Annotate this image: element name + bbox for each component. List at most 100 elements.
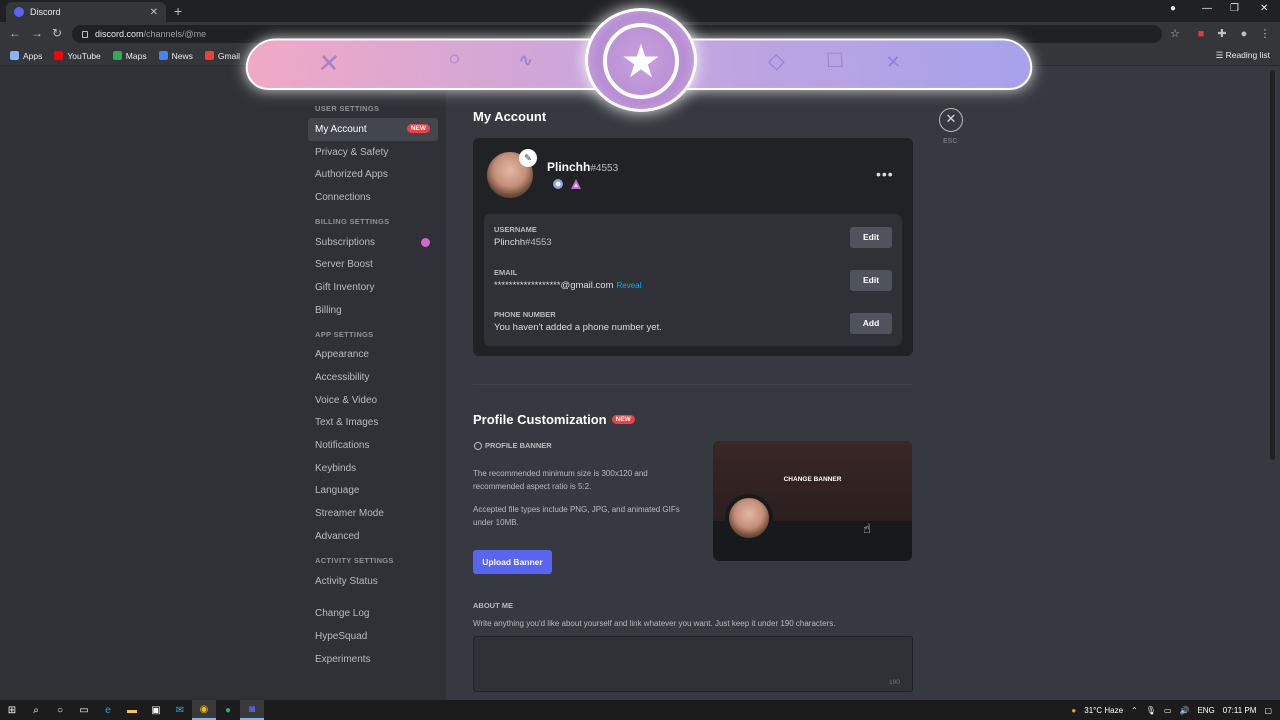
clock[interactable]: 07:11 PM bbox=[1223, 706, 1257, 715]
about-me-description: Write anything you'd like about yourself… bbox=[473, 619, 836, 628]
sidebar-item-activity-status[interactable]: Activity Status bbox=[308, 570, 438, 593]
notifications-icon[interactable]: ▢ bbox=[1264, 706, 1272, 715]
scrollbar-thumb[interactable] bbox=[1270, 70, 1275, 460]
profile-circle-icon[interactable]: ● bbox=[1170, 3, 1176, 14]
edit-avatar-icon[interactable]: ✎ bbox=[519, 149, 537, 167]
sidebar-item-appearance[interactable]: Appearance bbox=[308, 344, 438, 367]
youtube-icon bbox=[54, 51, 64, 60]
browser-tab[interactable]: Discord ✕ bbox=[6, 2, 166, 22]
hand-cursor-icon: ☝ bbox=[863, 521, 871, 536]
about-me-input[interactable] bbox=[473, 636, 913, 692]
back-icon[interactable]: ← bbox=[9, 26, 21, 40]
reload-icon[interactable]: ↻ bbox=[52, 26, 62, 40]
volume-icon[interactable]: 🔊 bbox=[1179, 706, 1189, 715]
news-icon bbox=[158, 51, 168, 60]
sidebar-item-connections[interactable]: Connections bbox=[308, 186, 438, 209]
reveal-email-link[interactable]: Reveal bbox=[616, 281, 641, 290]
section-divider bbox=[473, 384, 913, 385]
edit-username-button[interactable]: Edit bbox=[850, 227, 892, 248]
cortana-icon[interactable]: ○ bbox=[48, 700, 72, 720]
discord-favicon-icon bbox=[14, 7, 24, 17]
sidebar-item-notifications[interactable]: Notifications bbox=[308, 434, 438, 457]
bookmark-maps[interactable]: Maps bbox=[112, 51, 147, 61]
profile-username: Plinchh#4553 bbox=[547, 160, 619, 174]
deco-circle-icon: ○ bbox=[447, 48, 462, 70]
sidebar-item-server-boost[interactable]: Server Boost bbox=[308, 253, 438, 276]
reading-list-icon: ☰ bbox=[1215, 50, 1226, 60]
sidebar-item-advanced[interactable]: Advanced bbox=[308, 525, 438, 548]
deco-squiggle-icon: ∿ bbox=[517, 50, 534, 70]
banner-filetype-note: Accepted file types include PNG, JPG, an… bbox=[473, 505, 680, 527]
bookmark-youtube[interactable]: YouTube bbox=[54, 51, 101, 61]
new-tab-icon[interactable]: + bbox=[174, 3, 182, 19]
star-icon: ★ bbox=[620, 35, 662, 87]
start-icon[interactable]: ⊞ bbox=[0, 700, 24, 720]
bookmark-gmail[interactable]: Gmail bbox=[204, 51, 240, 61]
chrome-icon[interactable]: ◉ bbox=[192, 700, 216, 720]
change-banner-label[interactable]: CHANGE BANNER bbox=[713, 476, 912, 483]
tray-chevron-icon[interactable]: ⌃ bbox=[1131, 706, 1138, 715]
minimize-icon[interactable]: — bbox=[1202, 3, 1212, 14]
store-icon[interactable]: ▣ bbox=[144, 700, 168, 720]
maps-icon bbox=[112, 51, 122, 60]
nitro-badge-icon[interactable] bbox=[552, 178, 564, 190]
language-indicator[interactable]: ENG bbox=[1197, 706, 1214, 715]
search-icon[interactable]: ⌕ bbox=[24, 700, 48, 720]
puzzle-icon[interactable]: ✚ bbox=[1216, 28, 1228, 40]
preview-avatar bbox=[725, 494, 773, 542]
section-header-billing-settings: BILLING SETTINGS bbox=[315, 216, 390, 226]
mail-icon[interactable]: ✉ bbox=[168, 700, 192, 720]
sidebar-item-subscriptions[interactable]: Subscriptions bbox=[308, 231, 438, 254]
nitro-icon bbox=[474, 441, 482, 450]
sidebar-item-accessibility[interactable]: Accessibility bbox=[308, 366, 438, 389]
bookmark-star-icon[interactable]: ☆ bbox=[1169, 28, 1181, 40]
sidebar-item-my-account[interactable]: My Account NEW bbox=[308, 118, 438, 141]
add-phone-button[interactable]: Add bbox=[850, 313, 892, 334]
sidebar-item-streamer-mode[interactable]: Streamer Mode bbox=[308, 502, 438, 525]
hypesquad-badge-icon[interactable] bbox=[570, 178, 582, 190]
sidebar-item-privacy-safety[interactable]: Privacy & Safety bbox=[308, 141, 438, 164]
new-badge: NEW bbox=[406, 124, 430, 133]
bookmark-news[interactable]: News bbox=[158, 51, 193, 61]
close-window-icon[interactable]: ✕ bbox=[1260, 3, 1268, 14]
upload-banner-button[interactable]: Upload Banner bbox=[473, 550, 552, 574]
edit-email-button[interactable]: Edit bbox=[850, 270, 892, 291]
forward-icon[interactable]: → bbox=[31, 26, 43, 40]
close-tab-icon[interactable]: ✕ bbox=[150, 7, 158, 18]
system-tray: ● 31°C Haze ⌃ 🎙 ▭ 🔊 ENG 07:11 PM ▢ bbox=[1071, 700, 1272, 720]
gmail-icon bbox=[204, 51, 214, 60]
weather-text[interactable]: 31°C Haze bbox=[1084, 706, 1123, 715]
user-avatar-icon[interactable]: ● bbox=[1238, 28, 1250, 40]
field-email: EMAIL ******************@gmail.com Reveal bbox=[494, 268, 642, 291]
section-header-app-settings: APP SETTINGS bbox=[315, 329, 374, 339]
sidebar-item-hypesquad[interactable]: HypeSquad bbox=[308, 625, 438, 648]
maximize-icon[interactable]: ❐ bbox=[1230, 3, 1239, 14]
sidebar-item-voice-video[interactable]: Voice & Video bbox=[308, 389, 438, 412]
about-me-char-count: 190 bbox=[889, 679, 900, 686]
sidebar-item-gift-inventory[interactable]: Gift Inventory bbox=[308, 276, 438, 299]
sidebar-item-keybinds[interactable]: Keybinds bbox=[308, 457, 438, 480]
sidebar-item-authorized-apps[interactable]: Authorized Apps bbox=[308, 163, 438, 186]
task-view-icon[interactable]: ▭ bbox=[72, 700, 96, 720]
extension-icon[interactable]: ■ bbox=[1195, 28, 1207, 40]
mic-icon[interactable]: 🎙 bbox=[1146, 706, 1156, 715]
edge-icon[interactable]: e bbox=[96, 700, 120, 720]
sidebar-item-experiments[interactable]: Experiments bbox=[308, 648, 438, 671]
discord-app-icon[interactable]: ◙ bbox=[240, 700, 264, 720]
sidebar-item-billing[interactable]: Billing bbox=[308, 299, 438, 322]
banner-size-note: The recommended minimum size is 300x120 … bbox=[473, 469, 648, 491]
bookmark-apps[interactable]: Apps bbox=[10, 51, 42, 61]
close-settings-button[interactable]: ✕ bbox=[939, 108, 963, 132]
section-header-activity-settings: ACTIVITY SETTINGS bbox=[315, 555, 394, 565]
more-options-icon[interactable]: ••• bbox=[876, 166, 894, 182]
section-header-user-settings: USER SETTINGS bbox=[315, 104, 380, 113]
network-icon[interactable]: ▭ bbox=[1164, 706, 1172, 715]
sidebar-item-language[interactable]: Language bbox=[308, 480, 438, 503]
spotify-icon[interactable]: ● bbox=[216, 700, 240, 720]
sidebar-item-change-log[interactable]: Change Log bbox=[308, 602, 438, 625]
nitro-icon bbox=[421, 237, 430, 247]
menu-dots-icon[interactable]: ⋮ bbox=[1259, 28, 1271, 40]
sidebar-item-text-images[interactable]: Text & Images bbox=[308, 412, 438, 435]
file-explorer-icon[interactable]: ▬ bbox=[120, 700, 144, 720]
reading-list[interactable]: ☰ Reading list bbox=[1216, 50, 1270, 61]
